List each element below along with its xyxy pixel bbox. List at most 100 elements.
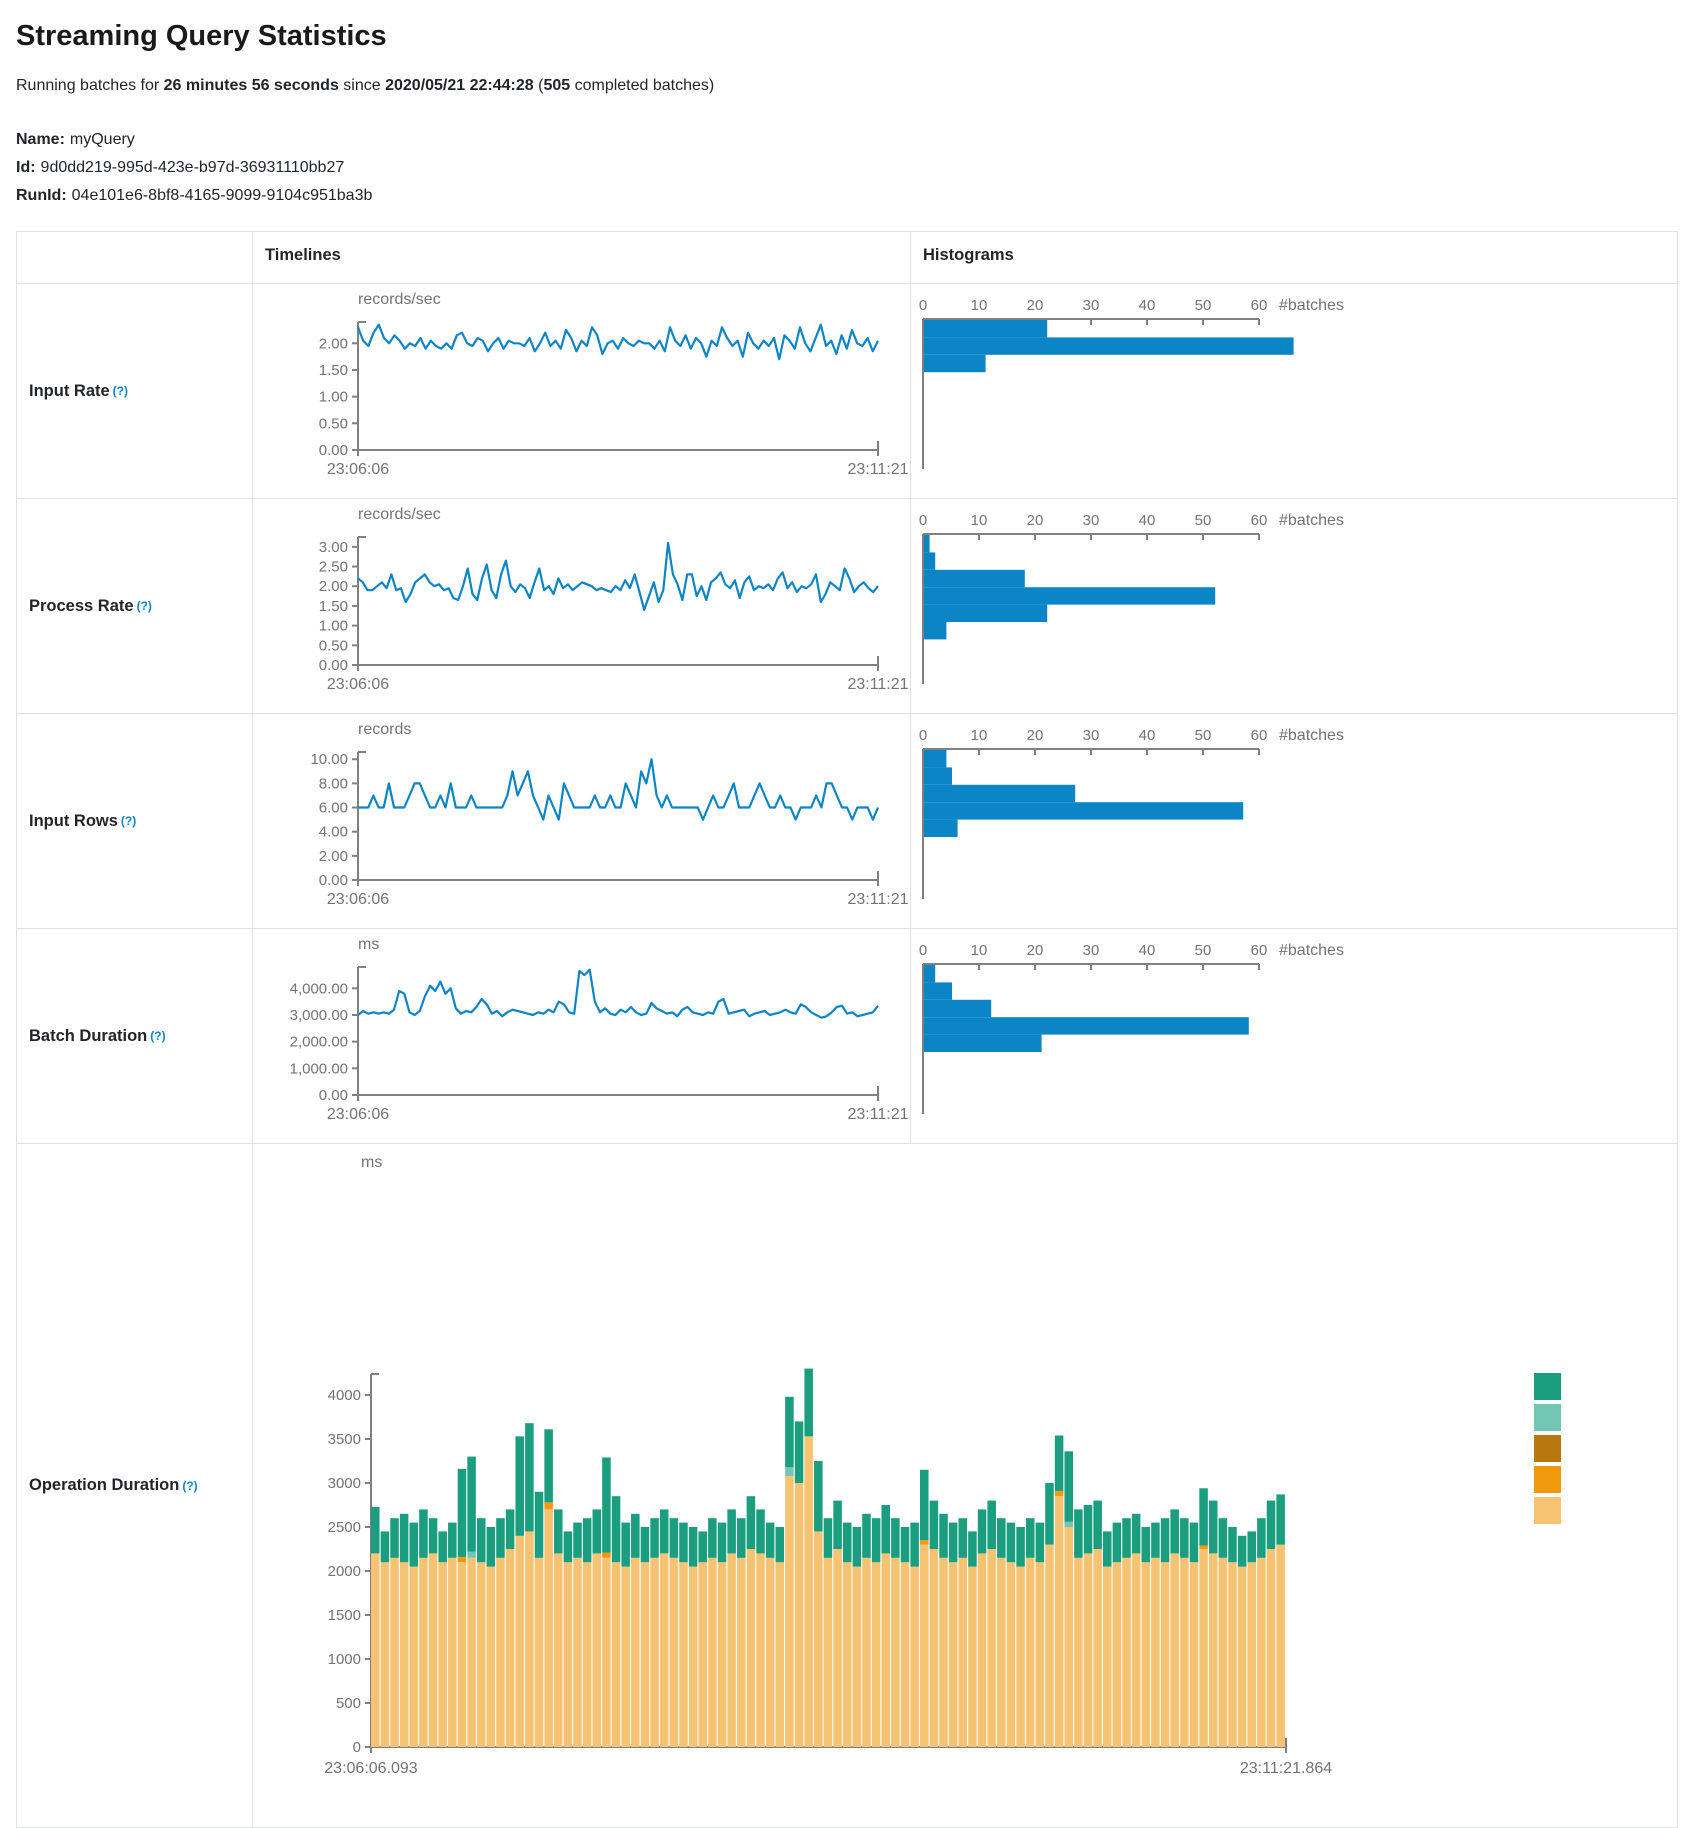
svg-text:2000: 2000: [328, 1563, 361, 1580]
svg-text:40: 40: [1139, 297, 1156, 314]
batch-duration-histogram-cell: #batches0102030405060: [911, 929, 1677, 1144]
svg-text:0: 0: [919, 512, 927, 529]
svg-text:2.00: 2.00: [319, 335, 348, 352]
input-rate-timeline-cell: records/sec0.000.501.001.502.0023:06:062…: [253, 284, 911, 499]
running-duration: 26 minutes 56 seconds: [164, 77, 339, 94]
running-summary: Running batches for 26 minutes 56 second…: [16, 77, 1677, 95]
input-rows-help-icon[interactable]: (?): [121, 814, 136, 828]
svg-text:50: 50: [1195, 942, 1212, 959]
operation-duration-chart: ms0500100015002000250030003500400023:06:…: [253, 1144, 1677, 1825]
svg-text:0.00: 0.00: [319, 657, 348, 674]
svg-text:0.50: 0.50: [319, 415, 348, 432]
svg-text:40: 40: [1139, 942, 1156, 959]
operation-duration-legend: [1534, 1373, 1561, 1524]
svg-text:10: 10: [971, 727, 988, 744]
svg-text:0: 0: [919, 942, 927, 959]
process-rate-timeline-cell: records/sec0.000.501.001.502.002.503.002…: [253, 499, 911, 714]
svg-text:23:11:21: 23:11:21: [847, 461, 908, 478]
svg-text:60: 60: [1251, 727, 1268, 744]
process-rate-label: Process Rate: [29, 597, 134, 616]
input-rate-help-icon[interactable]: (?): [113, 384, 128, 398]
svg-text:23:11:21: 23:11:21: [847, 891, 908, 908]
svg-text:ms: ms: [358, 936, 379, 953]
svg-text:50: 50: [1195, 297, 1212, 314]
svg-text:23:06:06: 23:06:06: [327, 461, 389, 478]
query-name-label: Name:: [16, 131, 65, 148]
query-runid-value: 04e101e6-8bf8-4165-9099-9104c951ba3b: [72, 187, 373, 204]
svg-text:20: 20: [1027, 297, 1044, 314]
running-middle: since: [339, 77, 385, 94]
svg-text:3000: 3000: [328, 1475, 361, 1492]
stats-table: Timelines Histograms Input Rate(?) recor…: [16, 231, 1678, 1828]
process-rate-help-icon[interactable]: (?): [137, 599, 152, 613]
svg-text:1.00: 1.00: [319, 618, 348, 635]
row-label-input-rows: Input Rows(?): [17, 714, 253, 929]
svg-text:6.00: 6.00: [319, 800, 348, 817]
svg-text:#batches: #batches: [1279, 727, 1344, 744]
query-name-value: myQuery: [70, 131, 135, 148]
svg-text:records/sec: records/sec: [358, 506, 441, 523]
svg-text:60: 60: [1251, 512, 1268, 529]
svg-text:2.50: 2.50: [319, 559, 348, 576]
input-rows-timeline-cell: records0.002.004.006.008.0010.0023:06:06…: [253, 714, 911, 929]
input-rate-histogram-chart: #batches0102030405060: [911, 284, 1675, 497]
query-id-value: 9d0dd219-995d-423e-b97d-36931110bb27: [41, 159, 345, 176]
batch-duration-label: Batch Duration: [29, 1027, 147, 1046]
svg-text:1.50: 1.50: [319, 362, 348, 379]
input-rate-label: Input Rate: [29, 382, 110, 401]
svg-text:30: 30: [1083, 942, 1100, 959]
svg-text:4000: 4000: [328, 1387, 361, 1404]
svg-text:3,000.00: 3,000.00: [290, 1007, 348, 1024]
svg-text:10: 10: [971, 942, 988, 959]
operation-duration-help-icon[interactable]: (?): [182, 1479, 197, 1493]
legend-swatch-4: [1534, 1466, 1561, 1493]
svg-text:8.00: 8.00: [319, 775, 348, 792]
running-suffix: completed batches): [570, 77, 714, 94]
page-title: Streaming Query Statistics: [16, 20, 1677, 53]
svg-text:0.00: 0.00: [319, 872, 348, 889]
svg-text:#batches: #batches: [1279, 512, 1344, 529]
svg-text:40: 40: [1139, 512, 1156, 529]
svg-text:4.00: 4.00: [319, 824, 348, 841]
svg-text:60: 60: [1251, 942, 1268, 959]
svg-text:1,000.00: 1,000.00: [290, 1060, 348, 1077]
row-label-input-rate: Input Rate(?): [17, 284, 253, 499]
svg-text:4,000.00: 4,000.00: [290, 980, 348, 997]
svg-text:500: 500: [336, 1695, 361, 1712]
input-rows-histogram-cell: #batches0102030405060: [911, 714, 1677, 929]
svg-text:3.00: 3.00: [319, 539, 348, 556]
legend-swatch-1: [1534, 1373, 1561, 1400]
svg-text:records/sec: records/sec: [358, 291, 441, 308]
svg-text:20: 20: [1027, 727, 1044, 744]
query-name-line: Name: myQuery: [16, 131, 1677, 149]
svg-text:23:11:21.864: 23:11:21.864: [1240, 1760, 1332, 1777]
batch-duration-timeline-chart: ms0.001,000.002,000.003,000.004,000.0023…: [253, 929, 909, 1142]
query-id-label: Id:: [16, 159, 36, 176]
row-label-process-rate: Process Rate(?): [17, 499, 253, 714]
svg-text:20: 20: [1027, 942, 1044, 959]
svg-text:ms: ms: [361, 1154, 382, 1171]
svg-text:0.00: 0.00: [319, 442, 348, 459]
query-runid-label: RunId:: [16, 187, 67, 204]
batch-duration-help-icon[interactable]: (?): [150, 1029, 165, 1043]
process-rate-histogram-cell: #batches0102030405060: [911, 499, 1677, 714]
svg-text:30: 30: [1083, 727, 1100, 744]
svg-text:10: 10: [971, 297, 988, 314]
svg-text:1000: 1000: [328, 1651, 361, 1668]
legend-swatch-2: [1534, 1404, 1561, 1431]
operation-duration-label: Operation Duration: [29, 1476, 179, 1495]
svg-text:23:11:21: 23:11:21: [847, 676, 908, 693]
input-rows-label: Input Rows: [29, 812, 118, 831]
row-label-batch-duration: Batch Duration(?): [17, 929, 253, 1144]
legend-swatch-3: [1534, 1435, 1561, 1462]
svg-text:50: 50: [1195, 512, 1212, 529]
header-empty-cell: [17, 232, 253, 284]
svg-text:0: 0: [919, 727, 927, 744]
batch-duration-histogram-chart: #batches0102030405060: [911, 929, 1675, 1142]
row-label-operation-duration: Operation Duration(?): [17, 1144, 253, 1827]
batches-count: 505: [543, 77, 570, 94]
process-rate-histogram-chart: #batches0102030405060: [911, 499, 1675, 712]
input-rows-histogram-chart: #batches0102030405060: [911, 714, 1675, 927]
svg-text:10.00: 10.00: [310, 751, 348, 768]
svg-text:3500: 3500: [328, 1431, 361, 1448]
